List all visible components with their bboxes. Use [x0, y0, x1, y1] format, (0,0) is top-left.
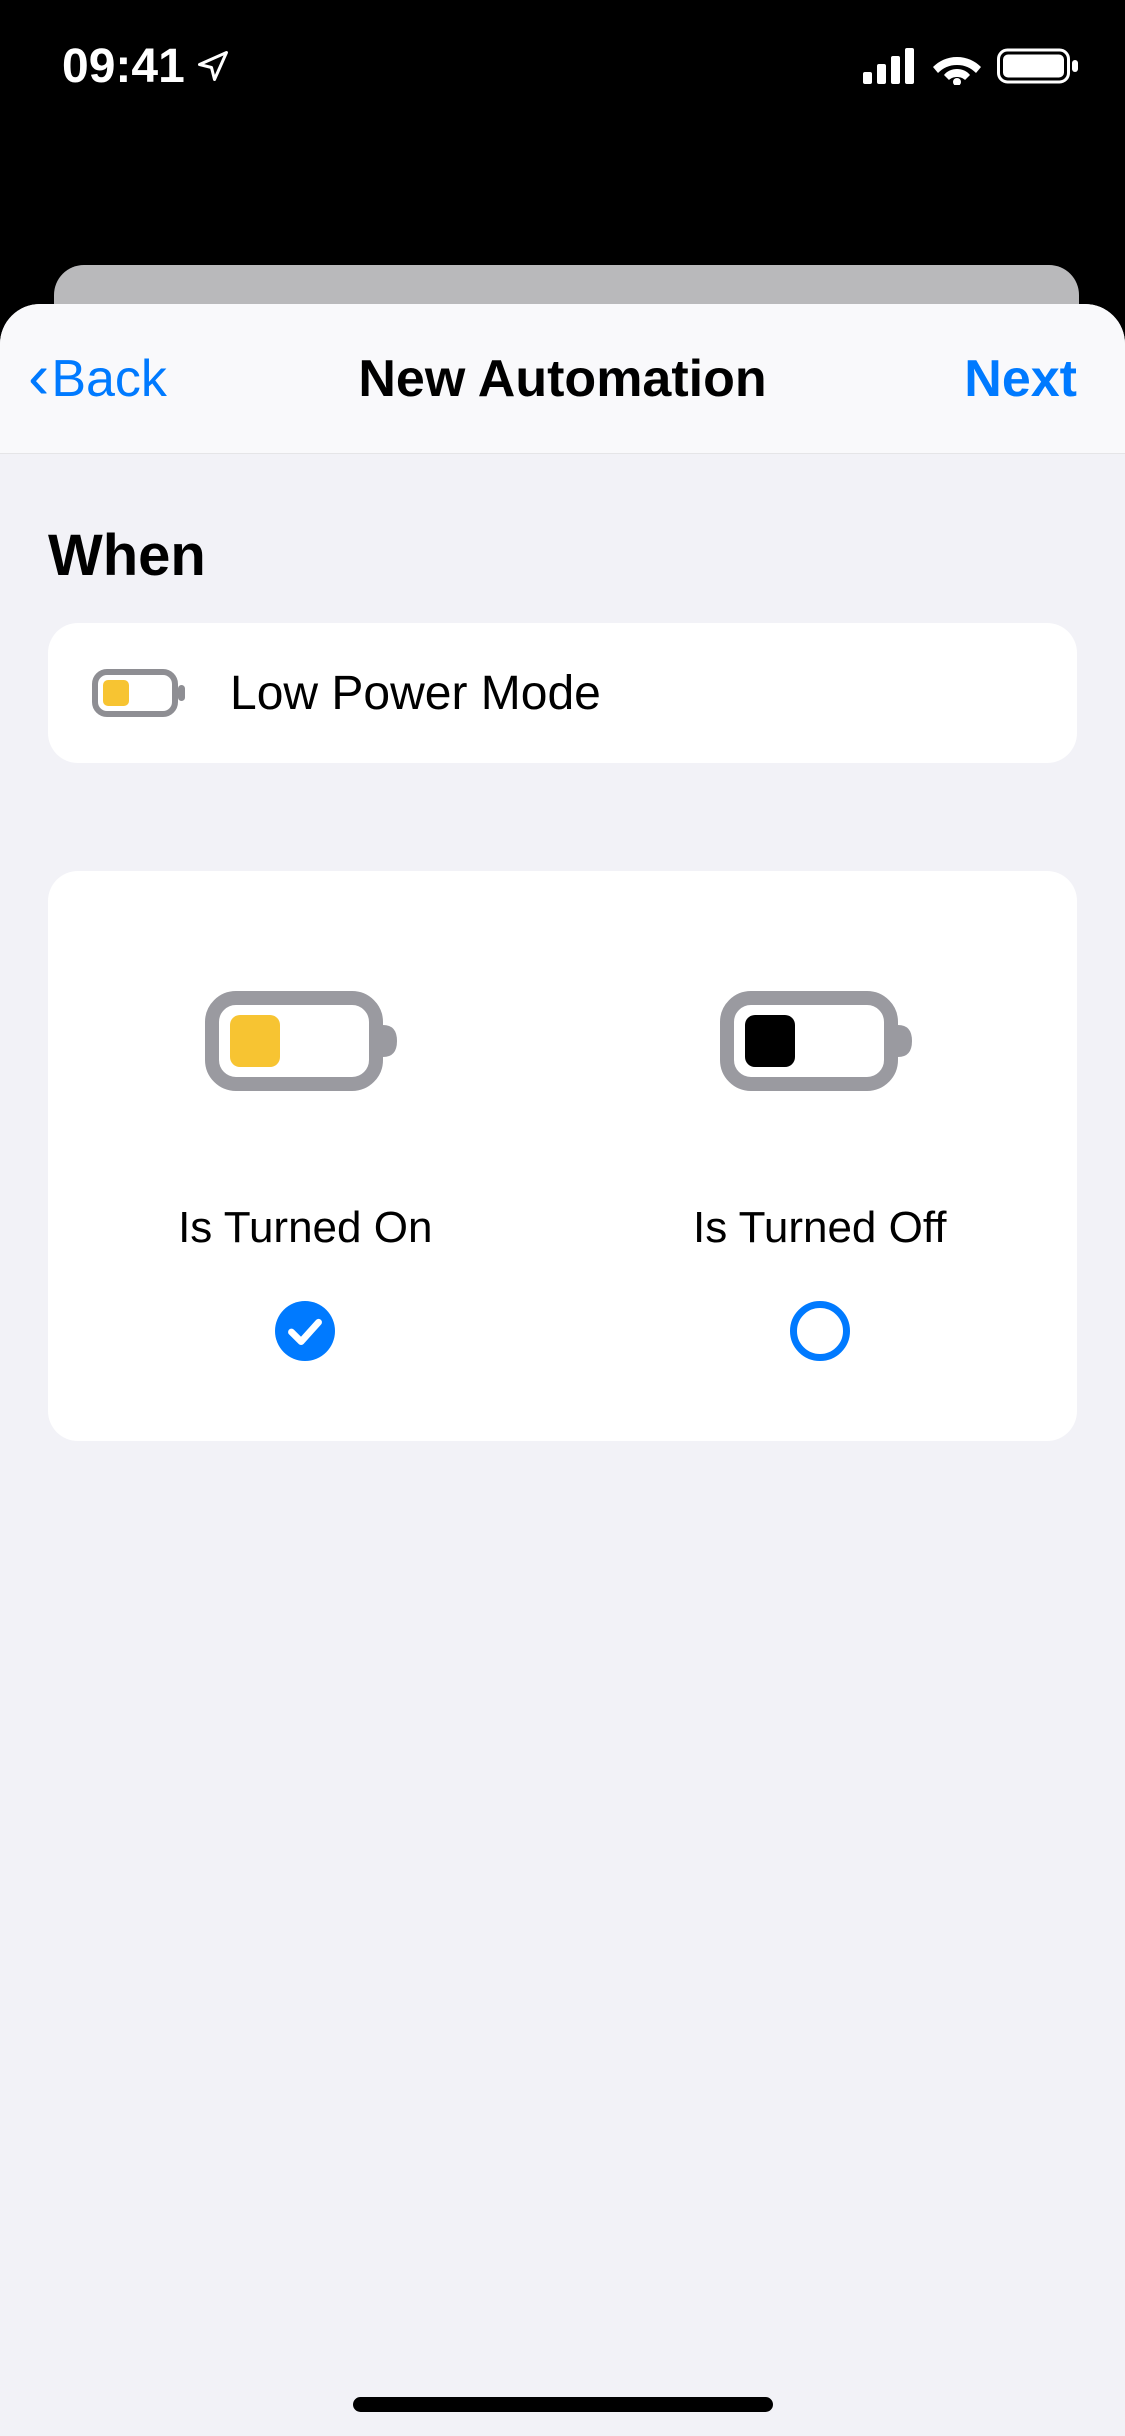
trigger-row[interactable]: Low Power Mode [48, 623, 1077, 763]
low-power-mode-icon [92, 669, 186, 717]
home-indicator[interactable] [353, 2397, 773, 2412]
battery-on-icon [205, 971, 405, 1111]
option-off-label: Is Turned Off [693, 1203, 947, 1253]
back-button[interactable]: ‹ Back [28, 345, 167, 413]
status-bar: 09:41 [0, 0, 1125, 132]
radio-checked-icon [275, 1301, 335, 1361]
chevron-left-icon: ‹ [28, 339, 49, 413]
location-icon [195, 48, 231, 84]
trigger-label: Low Power Mode [230, 666, 601, 721]
back-label: Back [51, 349, 167, 409]
status-time-text: 09:41 [62, 39, 185, 94]
option-turned-off[interactable]: Is Turned Off [563, 971, 1078, 1361]
radio-unchecked-icon [790, 1301, 850, 1361]
modal-sheet: ‹ Back New Automation Next When Low Powe… [0, 304, 1125, 2436]
cellular-icon [863, 48, 917, 84]
content-area: When Low Power Mode Is Turned On [0, 454, 1125, 2436]
status-time: 09:41 [62, 39, 231, 94]
wifi-icon [931, 47, 983, 85]
option-on-label: Is Turned On [178, 1203, 432, 1253]
battery-icon [997, 47, 1079, 85]
section-header-when: When [48, 522, 1077, 589]
next-button[interactable]: Next [964, 349, 1077, 409]
navigation-bar: ‹ Back New Automation Next [0, 304, 1125, 454]
option-turned-on[interactable]: Is Turned On [48, 971, 563, 1361]
page-title: New Automation [358, 349, 766, 409]
options-card: Is Turned On Is Turned Off [48, 871, 1077, 1441]
status-indicators [863, 47, 1079, 85]
battery-off-icon [720, 971, 920, 1111]
